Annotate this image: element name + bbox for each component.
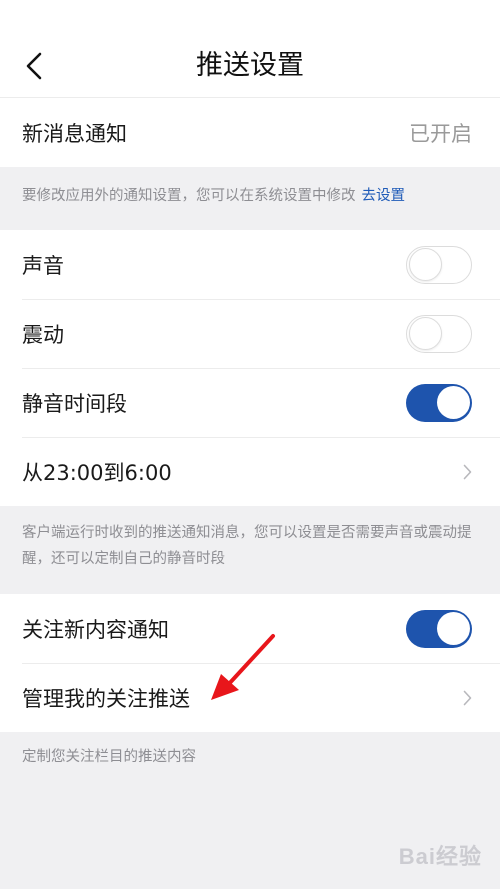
page-title: 推送设置 bbox=[196, 50, 304, 81]
watermark-text: Bai经验 bbox=[398, 844, 482, 869]
chevron-right-icon bbox=[458, 687, 472, 709]
follow-note: 定制您关注栏目的推送内容 bbox=[22, 749, 196, 765]
annotation-arrow-icon bbox=[211, 634, 275, 700]
new-message-row[interactable]: 新消息通知 已开启 bbox=[0, 98, 500, 167]
system-settings-note: 要修改应用外的通知设置，您可以在系统设置中修改 去设置 bbox=[0, 167, 500, 230]
watermark: Bai经验 bbox=[399, 839, 482, 871]
follow-new-content-label: 关注新内容通知 bbox=[22, 617, 169, 642]
new-message-group: 新消息通知 已开启 bbox=[0, 98, 500, 167]
vibrate-row: 震动 bbox=[0, 299, 500, 368]
app-header: 推送设置 bbox=[0, 0, 500, 98]
go-settings-link[interactable]: 去设置 bbox=[362, 188, 406, 204]
quiet-hours-toggle[interactable] bbox=[406, 383, 472, 422]
manage-follow-label: 管理我的关注推送 bbox=[22, 686, 190, 711]
toggle-knob bbox=[409, 316, 442, 350]
new-message-label: 新消息通知 bbox=[22, 121, 127, 146]
quiet-hours-label: 静音时间段 bbox=[22, 391, 127, 416]
toggle-knob bbox=[436, 611, 470, 645]
follow-new-content-toggle[interactable] bbox=[406, 609, 472, 648]
quiet-range-row[interactable]: 从23:00到6:00 bbox=[0, 437, 500, 506]
system-note-text: 要修改应用外的通知设置，您可以在系统设置中修改 bbox=[22, 188, 356, 204]
new-message-status: 已开启 bbox=[409, 121, 472, 146]
sound-toggle[interactable] bbox=[406, 245, 472, 284]
toggle-knob bbox=[436, 385, 470, 419]
quiet-range-label: 从23:00到6:00 bbox=[22, 460, 172, 485]
alert-settings-note: 客户端运行时收到的推送通知消息，您可以设置是否需要声音或震动提醒，还可以定制自己… bbox=[22, 525, 472, 567]
alert-settings-group: 声音 震动 静音时间段 从23:00到6:00 bbox=[0, 230, 500, 506]
sound-label: 声音 bbox=[22, 253, 64, 278]
vibrate-label: 震动 bbox=[22, 322, 64, 347]
chevron-right-icon bbox=[458, 461, 472, 483]
vibrate-toggle[interactable] bbox=[406, 314, 472, 353]
quiet-hours-row: 静音时间段 bbox=[0, 368, 500, 437]
toggle-knob bbox=[409, 247, 442, 281]
sound-row: 声音 bbox=[0, 230, 500, 299]
